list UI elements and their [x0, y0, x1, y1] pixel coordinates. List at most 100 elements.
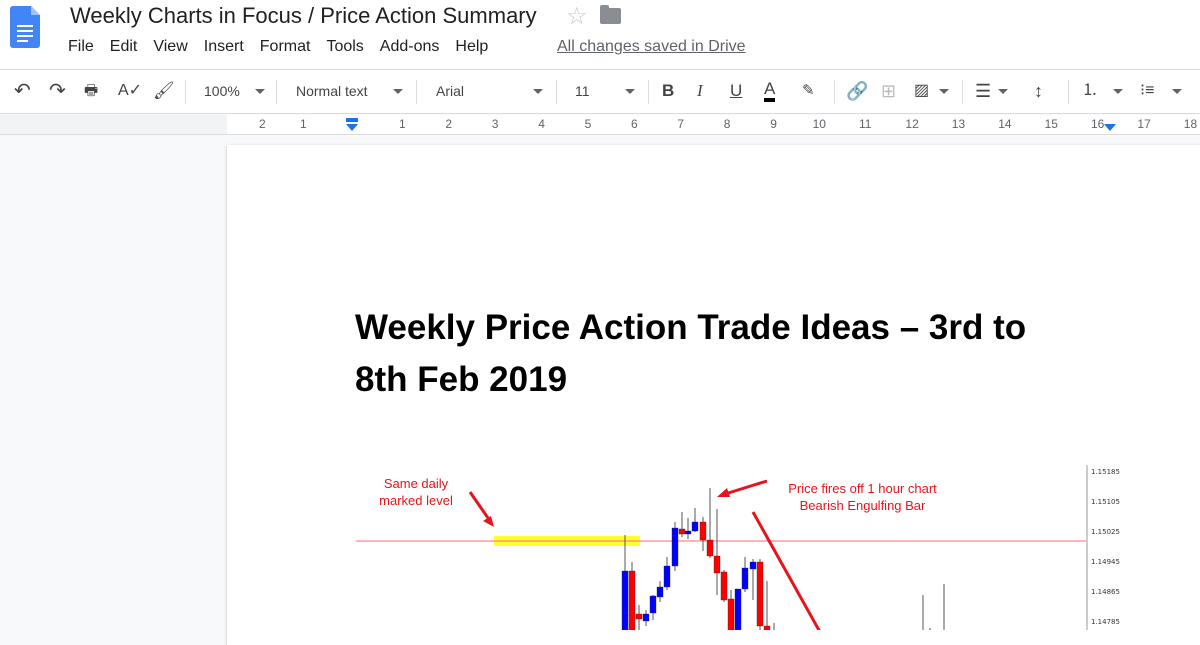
price-axis-label: 1.14865 — [1091, 588, 1120, 596]
embedded-chart-image[interactable]: Same daily marked level Price fires off … — [340, 460, 1200, 630]
ruler-number: 2 — [445, 117, 453, 131]
zoom-select[interactable]: 100% — [204, 80, 240, 102]
menu-help[interactable]: Help — [455, 38, 488, 56]
save-status-link[interactable]: All changes saved in Drive — [557, 38, 746, 56]
chevron-down-icon[interactable] — [533, 89, 543, 94]
bearish-candle — [756, 561, 764, 627]
price-axis-label: 1.15025 — [1091, 528, 1120, 536]
annotation-line: Same daily — [383, 476, 449, 491]
bullish-candle — [642, 613, 650, 622]
bearish-candle — [635, 613, 643, 620]
redo-icon[interactable]: ↷ — [49, 80, 66, 102]
chevron-down-icon[interactable] — [998, 89, 1008, 94]
folder-icon[interactable] — [600, 5, 621, 24]
chevron-down-icon[interactable] — [255, 89, 265, 94]
menu-view[interactable]: View — [153, 38, 187, 56]
menu-file[interactable]: File — [68, 38, 94, 56]
bearish-candle — [763, 625, 771, 630]
bulleted-list-icon[interactable]: ⁝≡ — [1140, 80, 1154, 102]
document-title[interactable]: Weekly Charts in Focus / Price Action Su… — [70, 3, 537, 29]
chevron-down-icon[interactable] — [1172, 89, 1182, 94]
italic-icon[interactable]: I — [697, 80, 703, 102]
divider — [556, 80, 557, 104]
docs-logo-icon[interactable] — [10, 6, 40, 48]
arrow-head-icon — [483, 516, 494, 527]
indent-marker-icon[interactable] — [345, 118, 359, 132]
bullish-candle — [749, 561, 757, 570]
ruler-number: 7 — [677, 117, 685, 131]
chevron-down-icon[interactable] — [393, 89, 403, 94]
ruler-number: 5 — [584, 117, 592, 131]
ruler-number: 4 — [538, 117, 545, 131]
right-indent-marker-icon[interactable] — [1103, 123, 1117, 133]
annotation-right: Price fires off 1 hour chart Bearish Eng… — [760, 480, 965, 514]
toolbar: ↶ ↷ 🖶 A✓ 🖌 100% Normal text Arial 11 B I… — [0, 69, 1200, 114]
menu-edit[interactable]: Edit — [110, 38, 138, 56]
chevron-down-icon[interactable] — [939, 89, 949, 94]
undo-icon[interactable]: ↶ — [14, 80, 31, 102]
divider — [648, 80, 649, 104]
bearish-candle — [706, 539, 714, 557]
ruler-number: 17 — [1137, 117, 1151, 131]
arrow-shaft — [468, 491, 490, 519]
add-comment-icon[interactable]: ⊞ — [881, 80, 896, 102]
menu-tools[interactable]: Tools — [326, 38, 363, 56]
ruler-number: 13 — [951, 117, 966, 131]
highlight-icon[interactable]: ✎ — [802, 80, 815, 102]
bullish-candle — [734, 588, 742, 630]
document-heading[interactable]: Weekly Price Action Trade Ideas – 3rd to… — [355, 302, 1115, 406]
link-icon[interactable]: 🔗 — [846, 80, 868, 102]
ruler[interactable]: 2 1 1 2 3 4 5 6 7 8 9 10 11 12 13 14 15 16 17 18 — [0, 115, 1200, 135]
price-axis-label: 1.14945 — [1091, 558, 1120, 566]
price-axis-label: 1.14785 — [1091, 618, 1120, 626]
chevron-down-icon[interactable] — [1113, 89, 1123, 94]
paint-format-icon[interactable]: 🖌 — [153, 80, 175, 102]
numbered-list-icon[interactable]: ⒈ — [1082, 80, 1098, 102]
menu-insert[interactable]: Insert — [204, 38, 244, 56]
ruler-number: 12 — [905, 117, 919, 131]
ruler-number: 10 — [812, 117, 826, 131]
arrow-head-icon — [717, 488, 730, 497]
ruler-number: 14 — [998, 117, 1012, 131]
spellcheck-icon[interactable]: A✓ — [118, 80, 142, 102]
font-select[interactable]: Arial — [436, 80, 464, 102]
font-size-select[interactable]: 11 — [575, 80, 590, 102]
underline-icon[interactable]: U — [730, 80, 742, 102]
bullish-candle — [684, 530, 692, 535]
line-spacing-icon[interactable]: ↕ — [1034, 80, 1043, 102]
menu-addons[interactable]: Add-ons — [380, 38, 440, 56]
price-axis-label: 1.15105 — [1091, 498, 1120, 506]
bullish-candle — [691, 521, 699, 532]
print-icon[interactable]: 🖶 — [84, 80, 98, 102]
text-color-icon[interactable]: A — [764, 80, 776, 102]
align-left-icon[interactable]: ☰ — [975, 80, 991, 102]
ruler-number: 9 — [770, 117, 777, 131]
annotation-line: marked level — [379, 493, 453, 508]
ruler-number: 1 — [300, 117, 307, 131]
bearish-candle — [678, 528, 686, 535]
insert-image-icon[interactable]: ▨ — [914, 80, 929, 102]
header: Weekly Charts in Focus / Price Action Su… — [0, 0, 1200, 68]
price-axis-label: 1.15185 — [1091, 468, 1120, 476]
menu-format[interactable]: Format — [260, 38, 311, 56]
ruler-number: 6 — [631, 117, 638, 131]
bearish-candle — [727, 598, 735, 630]
bold-icon[interactable]: B — [662, 80, 674, 102]
bearish-candle — [720, 571, 728, 601]
star-icon[interactable]: ☆ — [566, 2, 588, 31]
style-select[interactable]: Normal text — [296, 80, 368, 102]
annotation-line: Bearish Engulfing Bar — [799, 498, 926, 513]
ruler-number: 2 — [259, 117, 266, 131]
bullish-candle — [663, 565, 671, 588]
bullish-candle — [649, 595, 657, 614]
bearish-candle — [699, 521, 707, 541]
chevron-down-icon[interactable] — [625, 89, 635, 94]
ruler-number: 3 — [491, 117, 499, 131]
bullish-candle — [741, 567, 749, 590]
bullish-candle — [671, 527, 679, 567]
divider — [962, 80, 963, 104]
divider — [185, 80, 186, 104]
divider — [416, 80, 417, 104]
ruler-number: 15 — [1044, 117, 1058, 131]
bullish-candle — [656, 586, 664, 598]
